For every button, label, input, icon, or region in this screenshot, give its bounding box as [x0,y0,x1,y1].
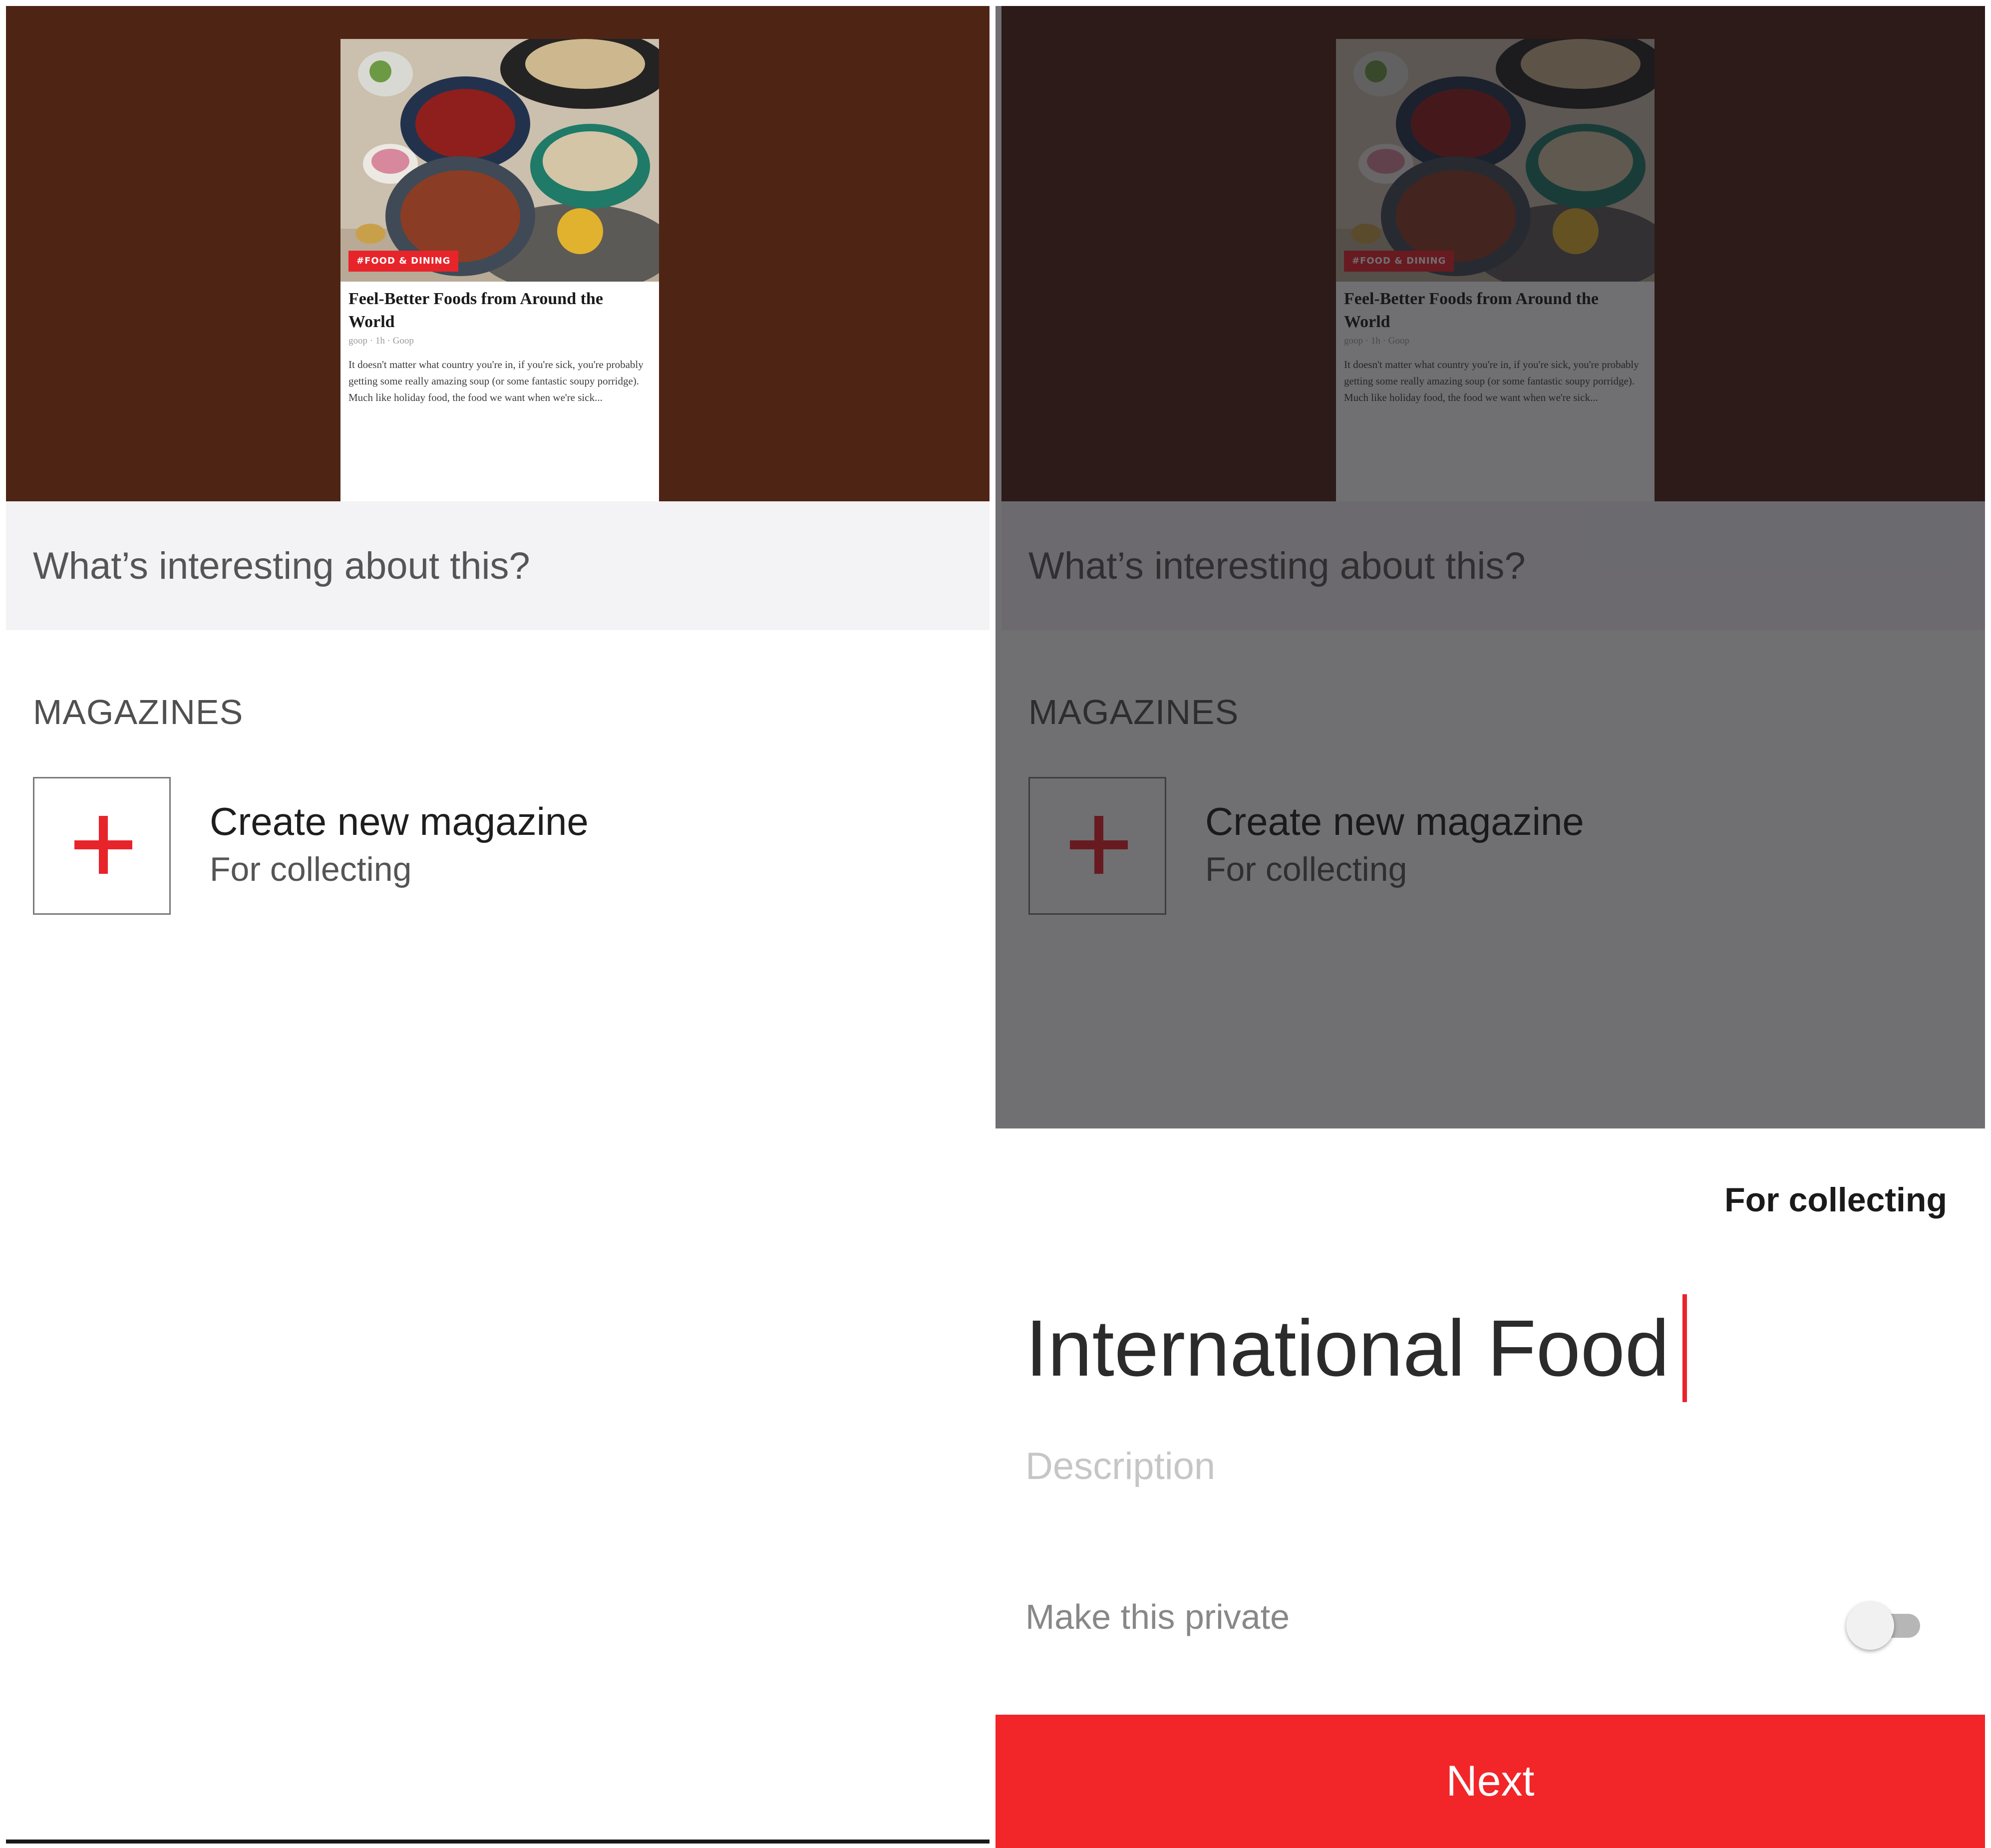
plus-icon [33,777,171,915]
article-image [340,39,659,282]
share-screen: #FOOD & DINING Feel-Better Foods from Ar… [0,0,996,1848]
magazine-type-selector[interactable]: For collecting [1724,1180,1947,1219]
article-excerpt: It doesn't matter what country you're in… [348,359,644,403]
article-preview-area: #FOOD & DINING Feel-Better Foods from Ar… [6,6,990,501]
modal-scrim[interactable] [996,6,1985,1128]
description-input[interactable] [1025,1436,1874,1496]
article-title: Feel-Better Foods from Around the World [348,290,603,331]
create-magazine-sheet: For collecting Make this private Next [996,1128,1991,1848]
comment-field[interactable]: What’s interesting about this? [6,501,990,630]
next-button[interactable]: Next [996,1715,1985,1848]
category-badge: #FOOD & DINING [348,251,459,272]
create-magazine-screen: #FOOD & DINING Feel-Better Foods from Ar… [996,0,1991,1848]
divider [6,1840,990,1844]
magazine-name-input[interactable] [1025,1298,1874,1398]
create-magazine-subtitle: For collecting [210,850,412,888]
article-card[interactable]: #FOOD & DINING Feel-Better Foods from Ar… [340,39,659,501]
create-magazine-title: Create new magazine [210,799,589,843]
toggle-knob [1846,1602,1894,1650]
article-meta: goop · 1h · Goop [348,336,414,346]
comment-placeholder: What’s interesting about this? [33,545,530,587]
text-cursor [1682,1294,1687,1402]
create-magazine-button[interactable]: Create new magazine For collecting [33,777,682,915]
private-toggle[interactable] [1844,1600,1929,1652]
private-label: Make this private [1025,1597,1290,1636]
magazines-section-title: MAGAZINES [33,693,244,732]
